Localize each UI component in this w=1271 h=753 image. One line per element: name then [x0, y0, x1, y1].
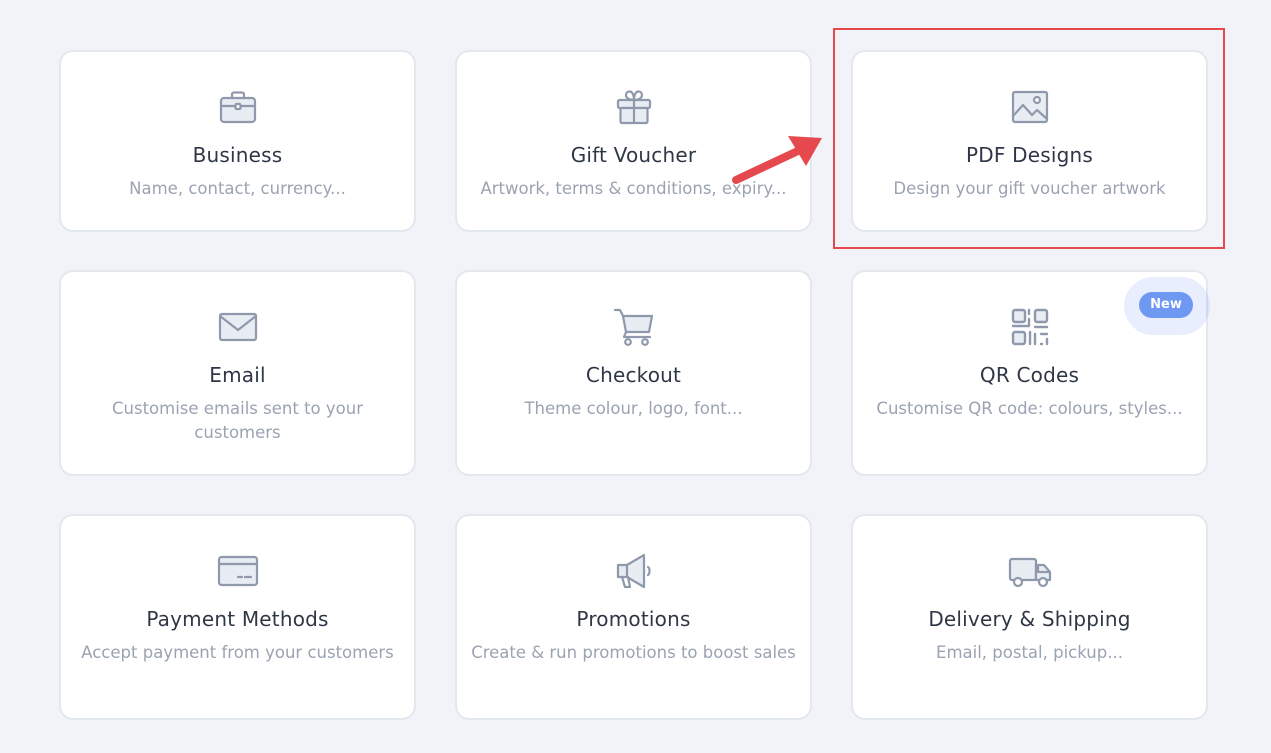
- card-title: Promotions: [576, 607, 691, 631]
- card-description: Theme colour, logo, font...: [524, 399, 743, 418]
- card-description: Design your gift voucher artwork: [893, 179, 1166, 198]
- credit-card-icon: [216, 549, 260, 593]
- card-gift-voucher[interactable]: Gift Voucher Artwork, terms & conditions…: [455, 50, 812, 232]
- megaphone-icon: [612, 549, 656, 593]
- card-description: Accept payment from your customers: [81, 643, 394, 662]
- card-description: Customise emails sent to your customers: [112, 399, 363, 442]
- card-pdf-designs[interactable]: PDF Designs Design your gift voucher art…: [851, 50, 1208, 232]
- card-business[interactable]: Business Name, contact, currency...: [59, 50, 416, 232]
- qr-code-icon: [1008, 305, 1052, 349]
- card-description: Create & run promotions to boost sales: [471, 643, 796, 662]
- card-description: Email, postal, pickup...: [936, 643, 1123, 662]
- card-title: Checkout: [585, 363, 682, 387]
- gift-icon: [612, 85, 656, 129]
- card-description: Artwork, terms & conditions, expiry...: [480, 179, 787, 198]
- card-description: Name, contact, currency...: [129, 179, 346, 198]
- card-title: Payment Methods: [146, 607, 329, 631]
- card-email[interactable]: Email Customise emails sent to your cust…: [59, 270, 416, 476]
- card-title: Delivery & Shipping: [928, 607, 1131, 631]
- card-delivery-shipping[interactable]: Delivery & Shipping Email, postal, picku…: [851, 514, 1208, 720]
- briefcase-icon: [216, 85, 260, 129]
- settings-page: Business Name, contact, currency... Gift…: [0, 0, 1271, 753]
- cart-icon: [612, 305, 656, 349]
- card-title: PDF Designs: [966, 143, 1093, 167]
- new-badge: New: [1139, 292, 1193, 318]
- card-title: Email: [209, 363, 266, 387]
- card-promotions[interactable]: Promotions Create & run promotions to bo…: [455, 514, 812, 720]
- truck-icon: [1008, 549, 1052, 593]
- card-description: Customise QR code: colours, styles...: [876, 399, 1183, 418]
- card-title: Gift Voucher: [570, 143, 697, 167]
- image-icon: [1008, 85, 1052, 129]
- card-payment-methods[interactable]: Payment Methods Accept payment from your…: [59, 514, 416, 720]
- card-checkout[interactable]: Checkout Theme colour, logo, font...: [455, 270, 812, 476]
- card-title: QR Codes: [979, 363, 1080, 387]
- card-title: Business: [192, 143, 283, 167]
- envelope-icon: [216, 305, 260, 349]
